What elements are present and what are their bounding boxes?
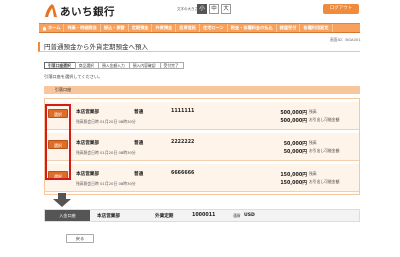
deposit-account-row: 入金口座 本店営業部 外貨定期 1000011 通貨 USD <box>44 209 360 222</box>
account-type: 普通 <box>134 172 144 177</box>
nav-item-balance[interactable]: 残高・明細照会 <box>64 24 101 32</box>
branch-name: 本店営業部 <box>76 172 99 177</box>
bank-name: あいち銀行 <box>60 6 115 18</box>
currency-value: USD <box>244 213 255 218</box>
account-list: 選択 本店営業部 普通 1111111 500,000円 残高 500,000円… <box>44 98 360 195</box>
withdrawal-account-header: 引落口座 <box>44 86 360 94</box>
account-type: 普通 <box>134 141 144 146</box>
step-item: 受付完了 <box>159 62 184 69</box>
withdrawal-account-label: 引落口座 <box>54 87 72 92</box>
withdrawable-amount: 50,000円 <box>283 150 307 155</box>
branch-name: 本店営業部 <box>76 110 99 115</box>
nav-item-notifications[interactable]: 諸届受付 <box>277 24 301 32</box>
main-nav: ホーム 残高・明細照会 振込・振替 定期預金 外貨預金 投資信託 住宅ローン 税… <box>39 23 360 33</box>
nav-item-home-loan[interactable]: 住宅ローン <box>200 24 228 32</box>
nav-item-transfer[interactable]: 振込・振替 <box>101 24 129 32</box>
nav-item-tax-payment[interactable]: 税金・各種料金の払込 <box>228 24 277 32</box>
select-account-button[interactable]: 選択 <box>48 140 68 149</box>
account-type: 普通 <box>134 110 144 115</box>
account-row: 選択 本店営業部 普通 6666666 150,000円 残高 150,000円… <box>45 164 359 192</box>
balance-timestamp: 残高照会日時 01月20日 08時30分 <box>76 150 136 155</box>
page-title: 円普通預金から外貨定期預金へ預入 <box>38 42 360 52</box>
account-number: 6666666 <box>171 171 195 176</box>
deposit-account-type: 外貨定期 <box>155 214 174 219</box>
fontsize-large-button[interactable]: 大 <box>221 4 231 14</box>
balance-label: 残高 <box>309 171 317 176</box>
step-current: 引落口座選択 <box>44 62 76 69</box>
balance-timestamp: 残高照会日時 01月20日 08時30分 <box>76 119 136 124</box>
header: あいち銀行 文字の大きさ 小 中 大 ログアウト <box>0 0 400 22</box>
step-item: 預入金額入力 <box>97 62 130 69</box>
withdrawable-label: お引出し可能金額 <box>309 148 340 153</box>
nav-item-investment-trust[interactable]: 投資信託 <box>176 24 201 32</box>
instruction-text: 引落口座を選択してください。 <box>44 74 103 79</box>
step-item: 預入内容確認 <box>128 62 161 69</box>
branch-name: 本店営業部 <box>76 141 99 146</box>
balance-amount: 150,000円 <box>280 173 307 178</box>
logout-button[interactable]: ログアウト <box>323 4 359 14</box>
account-row: 選択 本店営業部 普通 2222222 50,000円 残高 50,000円 お… <box>45 133 359 161</box>
balance-amount: 500,000円 <box>280 111 307 116</box>
step-indicator: 引落口座選択 商品選択 預入金額入力 預入内容確認 受付完了 <box>44 62 184 69</box>
select-account-button[interactable]: 選択 <box>48 171 68 180</box>
currency-label: 通貨 <box>233 213 241 218</box>
withdrawable-label: お引出し可能金額 <box>309 179 340 184</box>
step-item: 商品選択 <box>74 62 99 69</box>
back-button[interactable]: 戻る <box>66 234 94 243</box>
home-icon <box>42 26 47 30</box>
balance-label: 残高 <box>309 109 317 114</box>
deposit-branch-name: 本店営業部 <box>97 214 120 219</box>
deposit-account-number: 1000011 <box>192 213 216 218</box>
balance-timestamp: 残高照会日時 01月20日 08時30分 <box>76 181 136 186</box>
fontsize-small-button[interactable]: 小 <box>197 4 207 14</box>
balance-amount: 50,000円 <box>283 142 307 147</box>
down-arrow-icon <box>53 193 71 207</box>
nav-item-settings[interactable]: 各種利用設定 <box>300 24 333 32</box>
deposit-account-label: 入金口座 <box>45 210 90 221</box>
account-row: 選択 本店営業部 普通 1111111 500,000円 残高 500,000円… <box>45 102 359 130</box>
nav-item-home[interactable]: ホーム <box>39 24 65 32</box>
withdrawable-label: お引出し可能金額 <box>309 117 340 122</box>
fontsize-medium-button[interactable]: 中 <box>209 4 219 14</box>
withdrawable-amount: 150,000円 <box>280 181 307 186</box>
select-account-button[interactable]: 選択 <box>48 109 68 118</box>
nav-item-foreign-deposit[interactable]: 外貨預金 <box>152 24 177 32</box>
nav-item-label: ホーム <box>48 25 61 30</box>
fontsize-label: 文字の大きさ <box>177 7 198 11</box>
account-number: 2222222 <box>171 140 195 145</box>
bank-logo-icon <box>45 4 57 17</box>
account-number: 1111111 <box>171 109 195 114</box>
nav-item-time-deposit[interactable]: 定期預金 <box>129 24 153 32</box>
withdrawable-amount: 500,000円 <box>280 119 307 124</box>
balance-label: 残高 <box>309 140 317 145</box>
